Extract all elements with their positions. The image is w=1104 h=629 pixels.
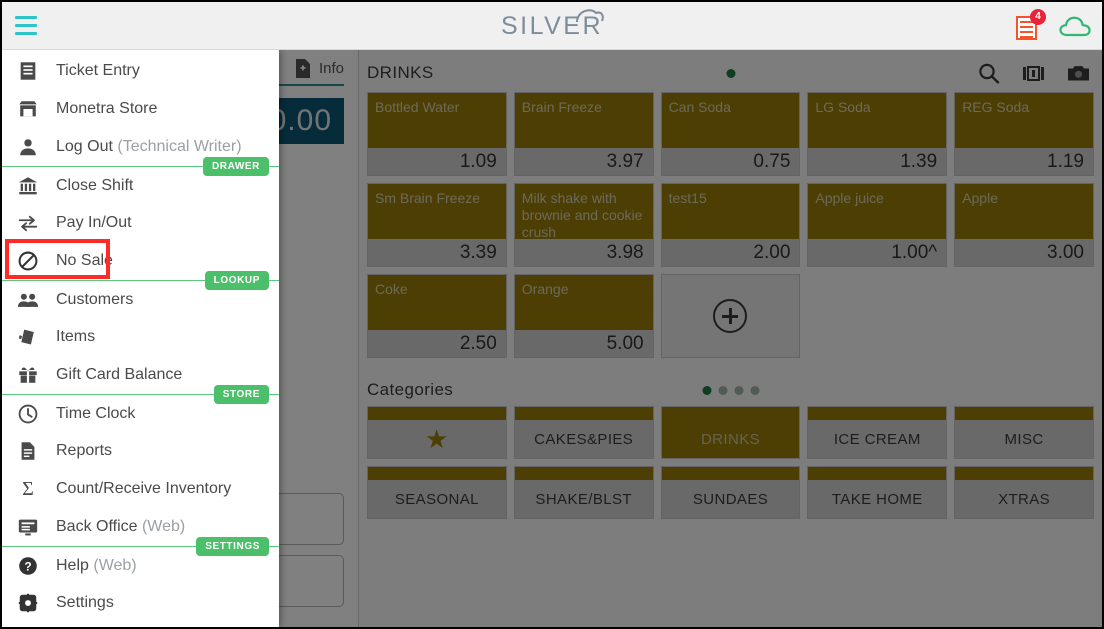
drawer-item-label: Log Out (Technical Writer)	[56, 138, 242, 155]
transfer-icon	[18, 215, 38, 232]
store-icon	[19, 101, 37, 117]
drawer-item-label: Close Shift	[56, 176, 134, 194]
drawer-item-label: Pay In/Out	[56, 214, 132, 231]
gift-card-icon	[19, 367, 37, 383]
drawer-item-time-clock[interactable]: Time Clock STORE	[2, 385, 279, 432]
no-sale-icon	[18, 251, 38, 271]
transfer-icon	[16, 211, 40, 235]
drawer-item-sublabel: (Web)	[93, 556, 137, 574]
people-icon	[16, 288, 40, 312]
drawer-item-reports[interactable]: Reports	[2, 432, 279, 470]
cloud-arc-icon	[576, 8, 604, 22]
drawer-item-customers[interactable]: Customers LOOKUP	[2, 271, 279, 318]
svg-text:?: ?	[24, 559, 31, 573]
drawer-item-help[interactable]: ? Help (Web) SETTINGS	[2, 537, 279, 584]
sigma-icon: Σ	[22, 477, 34, 500]
person-icon	[16, 135, 40, 159]
drawer-item-sublabel: (Web)	[141, 518, 186, 535]
drawer-item-count-receive-inventory[interactable]: Σ Count/Receive Inventory	[2, 470, 279, 508]
drawer-section-badge: STORE	[213, 385, 269, 404]
brand-logo: SILVER	[2, 2, 1102, 50]
drawer-item-settings[interactable]: Settings	[2, 584, 279, 622]
drawer-section-badge: LOOKUP	[204, 271, 269, 290]
report-icon	[21, 442, 35, 460]
back-office-icon	[18, 519, 38, 536]
clock-icon	[18, 404, 38, 423]
bank-icon	[16, 174, 40, 198]
hamburger-menu-icon[interactable]	[2, 2, 48, 50]
drawer-item-label: Back Office (Web)	[56, 518, 186, 535]
people-icon	[17, 293, 39, 307]
sigma-icon: Σ	[16, 477, 40, 501]
drawer-item-label: Reports	[56, 442, 113, 459]
receipt-line	[1020, 31, 1033, 33]
brand-text: SILVER	[500, 11, 604, 40]
drawer-item-label: Help (Web)	[56, 556, 137, 574]
receipt-line	[1020, 36, 1033, 38]
drawer-item-label: Count/Receive Inventory	[56, 480, 232, 497]
drawer-item-sublabel: (Technical Writer)	[117, 138, 242, 155]
help-icon: ?	[19, 556, 37, 575]
items-icon	[16, 325, 40, 349]
drawer-item-items[interactable]: Items	[2, 318, 279, 356]
back-office-icon	[16, 515, 40, 539]
drawer-item-ticket-entry[interactable]: Ticket Entry	[2, 52, 279, 90]
drawer-item-label: Customers	[56, 290, 134, 308]
hamburger-bar	[15, 32, 37, 35]
drawer-item-label: Monetra Store	[56, 100, 158, 117]
drawer-item-label: Settings	[56, 594, 114, 611]
gift-card-icon	[16, 363, 40, 387]
drawer-item-label: Gift Card Balance	[56, 366, 183, 383]
drawer-section-badge: DRAWER	[202, 157, 269, 176]
no-sale-icon	[16, 249, 40, 273]
gear-icon	[18, 593, 38, 613]
navigation-drawer: Ticket Entry Monetra Store Log Out (Techni…	[2, 50, 279, 627]
bank-icon	[18, 176, 38, 194]
drawer-item-label: Ticket Entry	[56, 62, 140, 79]
drawer-item-pay-in-out[interactable]: Pay In/Out	[2, 204, 279, 242]
top-app-bar: SILVER 4	[2, 2, 1102, 50]
top-bar-actions: 4	[1016, 2, 1092, 50]
drawer-item-monetra-store[interactable]: Monetra Store	[2, 90, 279, 128]
hamburger-bar	[15, 24, 37, 27]
clock-icon	[16, 402, 40, 426]
receipt-line	[1020, 26, 1033, 28]
items-icon	[18, 329, 34, 345]
gear-icon	[16, 591, 40, 615]
help-icon: ?	[16, 554, 40, 578]
hamburger-bar	[15, 16, 37, 19]
store-icon	[16, 97, 40, 121]
drawer-section-badge: SETTINGS	[196, 537, 269, 556]
open-tickets-badge: 4	[1030, 9, 1046, 25]
drawer-item-label: No Sale	[56, 252, 113, 269]
pos-app-window: SILVER 4 Info 0.00 DRINKS Bottled Water …	[0, 0, 1104, 629]
cloud-sync-icon[interactable]	[1058, 14, 1092, 38]
report-icon	[16, 439, 40, 463]
drawer-item-label: Items	[56, 328, 96, 345]
ticket-icon	[16, 59, 40, 83]
ticket-icon	[20, 62, 36, 80]
drawer-item-close-shift[interactable]: Close Shift DRAWER	[2, 157, 279, 204]
drawer-item-label: Time Clock	[56, 404, 136, 422]
open-tickets-icon[interactable]: 4	[1016, 9, 1046, 40]
person-icon	[20, 139, 36, 156]
